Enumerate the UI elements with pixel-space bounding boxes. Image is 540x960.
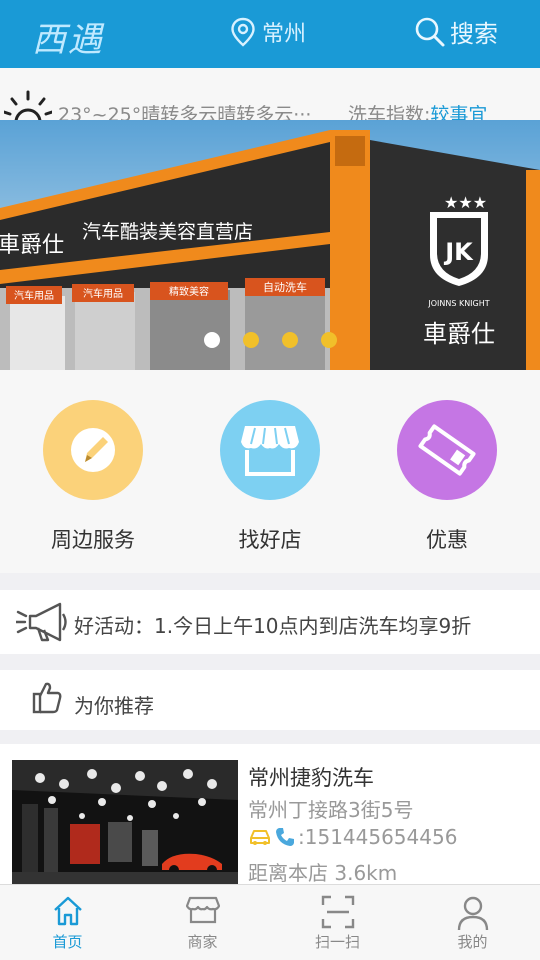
star-decoration: ★★★ (444, 193, 487, 212)
tab-label-shops: 商家 (187, 933, 218, 951)
shop-name: 常州捷豹洗车 (248, 766, 374, 790)
search-icon (415, 17, 445, 46)
shop-sign-3: 自动洗车 (263, 280, 307, 294)
banner-brand-text: 車爵仕 (423, 320, 495, 348)
carousel-dot-3[interactable] (282, 332, 298, 348)
phone-icon[interactable] (274, 826, 296, 848)
category-find-shop[interactable]: 找好店 (200, 400, 340, 554)
user-icon (457, 896, 488, 931)
sun-icon (4, 90, 52, 122)
tab-label-scan: 扫一扫 (314, 933, 360, 951)
carousel-indicator[interactable] (204, 332, 337, 348)
thumbs-up-icon (32, 682, 62, 714)
megaphone-icon (16, 602, 67, 642)
shop-phone[interactable]: :151445654456 (298, 825, 457, 849)
carousel-dot-2[interactable] (243, 332, 259, 348)
banner-jk-logo: JK (443, 238, 474, 266)
pencil-icon (71, 428, 115, 472)
app-screen: 西遇 常州 搜索 23°~25°晴转多云晴转多云··· 洗车指数:较事宜 汽车用… (0, 0, 540, 960)
bottom-tab-bar: 首页 商家 扫一扫 我的 (0, 884, 540, 960)
shop-address: 常州丁接路3街5号 (248, 798, 414, 822)
shop-icon (185, 896, 220, 924)
shop-photo-image (12, 760, 238, 884)
banner-knight-text: JOINNS KNIGHT (427, 299, 489, 308)
search-label: 搜索 (450, 20, 498, 48)
ticket-icon (418, 424, 476, 476)
activity-text: 好活动：1.今日上午10点内到店洗车均享9折 (74, 614, 472, 638)
recommend-header: 为你推荐 (0, 670, 540, 730)
top-bar: 西遇 常州 搜索 (0, 0, 540, 68)
shop-contact-row: :151445654456 (248, 825, 457, 849)
app-logo: 西遇 (32, 20, 104, 60)
location-selector[interactable]: 常州 (230, 16, 306, 48)
weather-bar: 23°~25°晴转多云晴转多云··· 洗车指数:较事宜 (0, 68, 540, 126)
nearby-services-circle (43, 400, 143, 500)
activity-banner[interactable]: 好活动：1.今日上午10点内到店洗车均享9折 (0, 590, 540, 654)
tab-label-profile: 我的 (457, 933, 488, 951)
carousel-dot-4[interactable] (321, 332, 337, 348)
category-discounts[interactable]: 优惠 (377, 400, 517, 554)
tab-label-home: 首页 (52, 933, 83, 951)
scan-icon (321, 895, 354, 929)
shop-sign-1: 汽车用品 (83, 287, 123, 300)
location-pin-icon (231, 17, 255, 47)
find-shop-circle (220, 400, 320, 500)
search-button[interactable]: 搜索 (414, 14, 498, 49)
discounts-circle (397, 400, 497, 500)
home-icon (53, 896, 82, 926)
tab-profile[interactable]: 我的 (405, 885, 540, 960)
category-label-1: 找好店 (238, 528, 302, 552)
banner-sign-left: 車爵仕 (0, 233, 64, 258)
shop-sign-2: 精致美容 (169, 285, 209, 298)
carousel-dot-1[interactable] (204, 332, 220, 348)
category-grid: 周边服务 找好店 优惠 (0, 370, 540, 573)
location-label: 常州 (262, 22, 307, 47)
storefront-icon (241, 426, 299, 476)
banner-sign-main: 汽车酷装美容直营店 (82, 221, 253, 243)
category-label-0: 周边服务 (51, 528, 135, 552)
category-nearby-services[interactable]: 周边服务 (23, 400, 163, 554)
shop-sign-0: 汽车用品 (14, 289, 54, 302)
shop-photo (12, 760, 238, 884)
recommend-title: 为你推荐 (74, 694, 154, 718)
car-icon (250, 830, 270, 845)
tab-home[interactable]: 首页 (0, 885, 135, 960)
tab-shops[interactable]: 商家 (135, 885, 270, 960)
category-label-2: 优惠 (426, 528, 468, 552)
tab-scan[interactable]: 扫一扫 (270, 885, 405, 960)
shop-distance: 距离本店 3.6km (248, 861, 398, 885)
shop-list-item[interactable]: 常州捷豹洗车 常州丁接路3街5号 :151445654456 距离本店 3.6k… (0, 744, 540, 885)
